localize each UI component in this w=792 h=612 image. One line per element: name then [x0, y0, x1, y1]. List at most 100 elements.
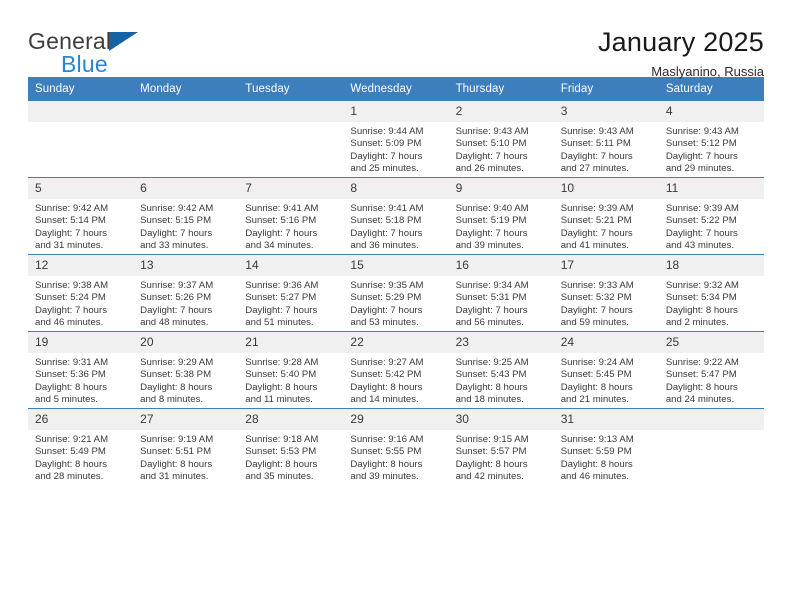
day-cell-inner: 11 Sunrise: 9:39 AM Sunset: 5:22 PM Dayligh…: [658, 178, 764, 254]
day-cell[interactable]: 8 Sunrise: 9:41 AM Sunset: 5:18 PM Daylight…: [343, 177, 449, 255]
day-detail-line: Sunrise: 9:41 AM: [245, 203, 319, 214]
day-number: 5: [28, 178, 134, 199]
day-cell[interactable]: 20 Sunrise: 9:29 AM Sunset: 5:38 PM Dayligh…: [133, 331, 239, 409]
day-cell[interactable]: 18 Sunrise: 9:32 AM Sunset: 5:34 PM Dayligh…: [658, 254, 764, 332]
day-number: 27: [133, 409, 239, 430]
day-cell[interactable]: 15 Sunrise: 9:35 AM Sunset: 5:29 PM Dayligh…: [343, 254, 449, 332]
day-number: 26: [28, 409, 134, 430]
day-detail-line: Sunrise: 9:29 AM: [140, 357, 214, 368]
day-detail-line: and 39 minutes.: [455, 240, 524, 252]
day-number: 17: [553, 255, 659, 276]
day-cell[interactable]: 23 Sunrise: 9:25 AM Sunset: 5:43 PM Dayligh…: [448, 331, 554, 409]
day-details: Sunrise: 9:31 AM Sunset: 5:36 PM Daylight:…: [28, 353, 133, 407]
day-cell[interactable]: 27 Sunrise: 9:19 AM Sunset: 5:51 PM Dayligh…: [133, 408, 239, 485]
day-detail-line: Sunset: 5:36 PM: [35, 369, 106, 381]
day-cell-inner: 7 Sunrise: 9:41 AM Sunset: 5:16 PM Daylight…: [238, 178, 344, 254]
day-cell[interactable]: 3 Sunrise: 9:43 AM Sunset: 5:11 PM Daylight…: [553, 100, 659, 178]
day-detail-line: and 11 minutes.: [245, 394, 313, 406]
day-detail-line: and 35 minutes.: [245, 471, 314, 483]
day-detail-line: Daylight: 8 hours: [245, 458, 318, 470]
day-detail-line: Sunset: 5:21 PM: [560, 215, 632, 227]
day-detail-line: Sunset: 5:31 PM: [455, 292, 527, 304]
day-cell-inner: 1 Sunrise: 9:44 AM Sunset: 5:09 PM Daylight…: [343, 101, 449, 177]
day-cell[interactable]: 16 Sunrise: 9:34 AM Sunset: 5:31 PM Dayligh…: [448, 254, 554, 332]
day-detail-line: Daylight: 8 hours: [665, 381, 738, 393]
day-details: Sunrise: 9:41 AM Sunset: 5:16 PM Daylight:…: [238, 199, 343, 253]
day-number: 16: [448, 255, 554, 276]
day-detail-line: Sunset: 5:12 PM: [665, 138, 737, 150]
day-detail-line: Sunrise: 9:27 AM: [350, 357, 424, 368]
title-block: January 2025 Maslyanino, Russia: [598, 26, 764, 81]
day-cell[interactable]: 12 Sunrise: 9:38 AM Sunset: 5:24 PM Dayligh…: [28, 254, 134, 332]
day-detail-line: Daylight: 7 hours: [350, 150, 423, 162]
day-cell-inner: 31 Sunrise: 9:13 AM Sunset: 5:59 PM Dayligh…: [553, 409, 659, 485]
day-number: 12: [28, 255, 134, 276]
day-cell[interactable]: 17 Sunrise: 9:33 AM Sunset: 5:32 PM Dayligh…: [553, 254, 659, 332]
calendar-week-row: 5 Sunrise: 9:42 AM Sunset: 5:14 PM Daylight…: [28, 177, 764, 255]
day-cell[interactable]: 4 Sunrise: 9:43 AM Sunset: 5:12 PM Daylight…: [658, 100, 764, 178]
day-cell-inner: [238, 101, 344, 177]
day-cell-inner: 20 Sunrise: 9:29 AM Sunset: 5:38 PM Dayligh…: [133, 332, 239, 408]
day-cell[interactable]: 25 Sunrise: 9:22 AM Sunset: 5:47 PM Dayligh…: [658, 331, 764, 409]
day-details: Sunrise: 9:40 AM Sunset: 5:19 PM Daylight:…: [449, 199, 554, 253]
day-cell[interactable]: 6 Sunrise: 9:42 AM Sunset: 5:15 PM Daylight…: [133, 177, 239, 255]
day-cell-empty: [238, 100, 344, 178]
day-details: Sunrise: 9:28 AM Sunset: 5:40 PM Daylight:…: [238, 353, 343, 407]
day-details: Sunrise: 9:36 AM Sunset: 5:27 PM Daylight:…: [238, 276, 343, 330]
day-cell[interactable]: 24 Sunrise: 9:24 AM Sunset: 5:45 PM Dayligh…: [553, 331, 659, 409]
day-detail-line: Daylight: 8 hours: [35, 381, 107, 393]
day-cell[interactable]: 10 Sunrise: 9:39 AM Sunset: 5:21 PM Dayligh…: [553, 177, 659, 255]
day-cell[interactable]: 29 Sunrise: 9:16 AM Sunset: 5:55 PM Dayligh…: [343, 408, 449, 485]
day-detail-line: Daylight: 7 hours: [140, 304, 213, 316]
day-cell[interactable]: 30 Sunrise: 9:15 AM Sunset: 5:57 PM Dayligh…: [448, 408, 554, 485]
day-number: [133, 101, 239, 122]
day-cell[interactable]: 31 Sunrise: 9:13 AM Sunset: 5:59 PM Dayligh…: [553, 408, 659, 485]
day-detail-line: Sunrise: 9:44 AM: [350, 126, 424, 137]
day-number: 4: [658, 101, 764, 122]
day-cell[interactable]: 14 Sunrise: 9:36 AM Sunset: 5:27 PM Dayligh…: [238, 254, 344, 332]
day-number: 10: [553, 178, 659, 199]
day-cell[interactable]: 5 Sunrise: 9:42 AM Sunset: 5:14 PM Daylight…: [28, 177, 134, 255]
day-detail-line: Sunrise: 9:40 AM: [455, 203, 529, 214]
day-cell-inner: 25 Sunrise: 9:22 AM Sunset: 5:47 PM Dayligh…: [658, 332, 764, 408]
day-cell[interactable]: 21 Sunrise: 9:28 AM Sunset: 5:40 PM Dayligh…: [238, 331, 344, 409]
general-blue-logo[interactable]: General Blue: [28, 26, 228, 86]
day-detail-line: Sunrise: 9:43 AM: [455, 126, 529, 137]
day-cell[interactable]: 2 Sunrise: 9:43 AM Sunset: 5:10 PM Daylight…: [448, 100, 554, 178]
day-detail-line: Sunset: 5:34 PM: [665, 292, 737, 304]
day-cell[interactable]: 22 Sunrise: 9:27 AM Sunset: 5:42 PM Dayligh…: [343, 331, 449, 409]
day-cell[interactable]: 1 Sunrise: 9:44 AM Sunset: 5:09 PM Daylight…: [343, 100, 449, 178]
day-cell-inner: 6 Sunrise: 9:42 AM Sunset: 5:15 PM Daylight…: [133, 178, 239, 254]
day-number: 15: [343, 255, 449, 276]
day-cell[interactable]: 7 Sunrise: 9:41 AM Sunset: 5:16 PM Daylight…: [238, 177, 344, 255]
day-details: Sunrise: 9:34 AM Sunset: 5:31 PM Daylight:…: [449, 276, 554, 330]
day-detail-line: and 56 minutes.: [455, 317, 524, 329]
day-detail-line: Sunset: 5:09 PM: [350, 138, 422, 150]
day-detail-line: Sunrise: 9:28 AM: [245, 357, 319, 368]
day-number: 8: [343, 178, 449, 199]
day-detail-line: Sunset: 5:18 PM: [350, 215, 422, 227]
day-cell-inner: 13 Sunrise: 9:37 AM Sunset: 5:26 PM Dayligh…: [133, 255, 239, 331]
day-details: Sunrise: 9:43 AM Sunset: 5:12 PM Daylight:…: [659, 122, 764, 176]
day-details: Sunrise: 9:15 AM Sunset: 5:57 PM Daylight:…: [449, 430, 554, 484]
weekday-header-wednesday: Wednesday: [343, 77, 449, 101]
day-cell[interactable]: 11 Sunrise: 9:39 AM Sunset: 5:22 PM Dayligh…: [658, 177, 764, 255]
day-cell[interactable]: 9 Sunrise: 9:40 AM Sunset: 5:19 PM Daylight…: [448, 177, 554, 255]
day-detail-line: and 41 minutes.: [560, 240, 629, 252]
day-detail-line: Sunrise: 9:43 AM: [560, 126, 634, 137]
day-detail-line: Sunrise: 9:21 AM: [35, 434, 109, 445]
day-detail-line: Sunrise: 9:41 AM: [350, 203, 424, 214]
day-cell[interactable]: 13 Sunrise: 9:37 AM Sunset: 5:26 PM Dayligh…: [133, 254, 239, 332]
day-cell[interactable]: 28 Sunrise: 9:18 AM Sunset: 5:53 PM Dayligh…: [238, 408, 344, 485]
day-cell-inner: 14 Sunrise: 9:36 AM Sunset: 5:27 PM Dayligh…: [238, 255, 344, 331]
day-cell[interactable]: 19 Sunrise: 9:31 AM Sunset: 5:36 PM Dayligh…: [28, 331, 134, 409]
day-detail-line: and 25 minutes.: [350, 163, 419, 175]
day-detail-line: Sunset: 5:51 PM: [140, 446, 212, 458]
day-cell-inner: 12 Sunrise: 9:38 AM Sunset: 5:24 PM Dayligh…: [28, 255, 134, 331]
day-number: 31: [553, 409, 659, 430]
day-detail-line: Sunset: 5:24 PM: [35, 292, 106, 304]
day-detail-line: Sunset: 5:53 PM: [245, 446, 317, 458]
day-number: 3: [553, 101, 659, 122]
page-title: January 2025: [597, 27, 764, 57]
day-cell[interactable]: 26 Sunrise: 9:21 AM Sunset: 5:49 PM Dayligh…: [28, 408, 134, 485]
